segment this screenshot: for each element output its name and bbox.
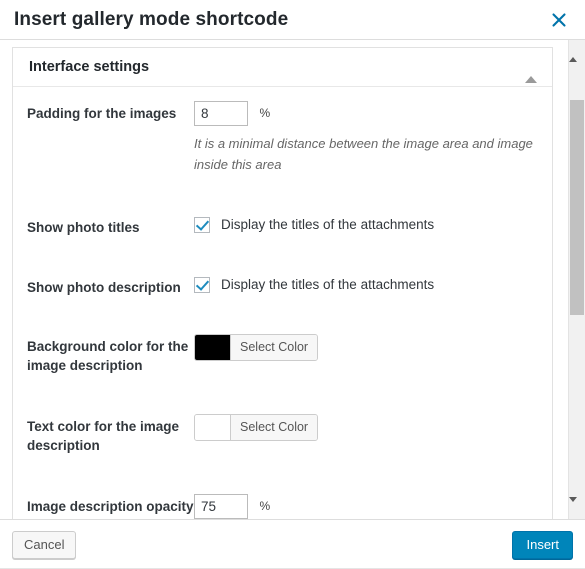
- field-control-show-photo-titles: Display the titles of the attachments: [194, 215, 540, 234]
- modal-title-bar: Insert gallery mode shortcode: [0, 0, 585, 40]
- field-row-show-photo-description: Show photo description Display the title…: [13, 275, 552, 297]
- padding-description: It is a minimal distance between the ima…: [194, 136, 533, 172]
- field-control-text-color: Select Color: [194, 414, 540, 445]
- show-photo-description-checkbox-label: Display the titles of the attachments: [221, 277, 435, 292]
- field-row-padding: Padding for the images % It is a minimal…: [13, 101, 552, 175]
- modal-body: Interface settings Padding for the image…: [0, 40, 585, 519]
- field-control-show-photo-description: Display the titles of the attachments: [194, 275, 540, 294]
- field-label-opacity: Image description opacity: [27, 499, 194, 514]
- field-row-opacity: Image description opacity %: [13, 494, 552, 519]
- close-button[interactable]: [543, 4, 575, 36]
- scroll-down-button[interactable]: [569, 497, 585, 519]
- background-color-swatch[interactable]: [195, 335, 231, 360]
- modal-footer: Cancel Insert: [0, 519, 585, 569]
- field-label-padding: Padding for the images: [27, 106, 177, 121]
- show-photo-description-checkbox[interactable]: [194, 277, 210, 293]
- text-color-picker[interactable]: Select Color: [194, 414, 319, 441]
- panel-collapse-toggle[interactable]: [524, 61, 538, 83]
- background-color-select-label[interactable]: Select Color: [231, 335, 318, 360]
- field-label-background-color: Background color for the image descripti…: [27, 339, 189, 373]
- panel-body: Padding for the images % It is a minimal…: [13, 87, 552, 519]
- field-label-show-photo-titles: Show photo titles: [27, 220, 140, 235]
- scroll-down-arrow-icon: [569, 497, 577, 519]
- field-control-padding: % It is a minimal distance between the i…: [194, 101, 540, 175]
- scroll-up-button[interactable]: [569, 40, 585, 62]
- opacity-input[interactable]: [194, 494, 248, 519]
- panel-title: Interface settings: [29, 59, 150, 75]
- page-title: Insert gallery mode shortcode: [14, 9, 289, 30]
- field-control-opacity: %: [194, 494, 540, 519]
- field-row-background-color: Background color for the image descripti…: [13, 334, 552, 375]
- text-color-swatch[interactable]: [195, 415, 231, 440]
- scrollbar-thumb[interactable]: [570, 100, 584, 315]
- field-control-background-color: Select Color: [194, 334, 540, 365]
- caret-up-icon: [525, 61, 537, 83]
- field-row-text-color: Text color for the image description Sel…: [13, 414, 552, 455]
- padding-input[interactable]: [194, 101, 248, 126]
- vertical-scrollbar[interactable]: [568, 40, 585, 519]
- cancel-button[interactable]: Cancel: [12, 531, 77, 559]
- close-icon: [543, 10, 575, 30]
- field-label-show-photo-description: Show photo description: [27, 280, 181, 295]
- show-photo-titles-checkbox-label: Display the titles of the attachments: [221, 217, 435, 232]
- interface-settings-panel: Interface settings Padding for the image…: [12, 47, 553, 519]
- show-photo-titles-checkbox[interactable]: [194, 217, 210, 233]
- panel-header[interactable]: Interface settings: [13, 48, 552, 87]
- opacity-unit: %: [259, 499, 271, 513]
- background-color-picker[interactable]: Select Color: [194, 334, 319, 361]
- field-row-show-photo-titles: Show photo titles Display the titles of …: [13, 215, 552, 237]
- scroll-up-arrow-icon: [569, 40, 577, 62]
- padding-unit: %: [259, 106, 271, 120]
- insert-shortcode-modal: Insert gallery mode shortcode Interface …: [0, 0, 585, 569]
- text-color-select-label[interactable]: Select Color: [231, 415, 318, 440]
- insert-button[interactable]: Insert: [512, 531, 573, 559]
- field-label-text-color: Text color for the image description: [27, 419, 180, 453]
